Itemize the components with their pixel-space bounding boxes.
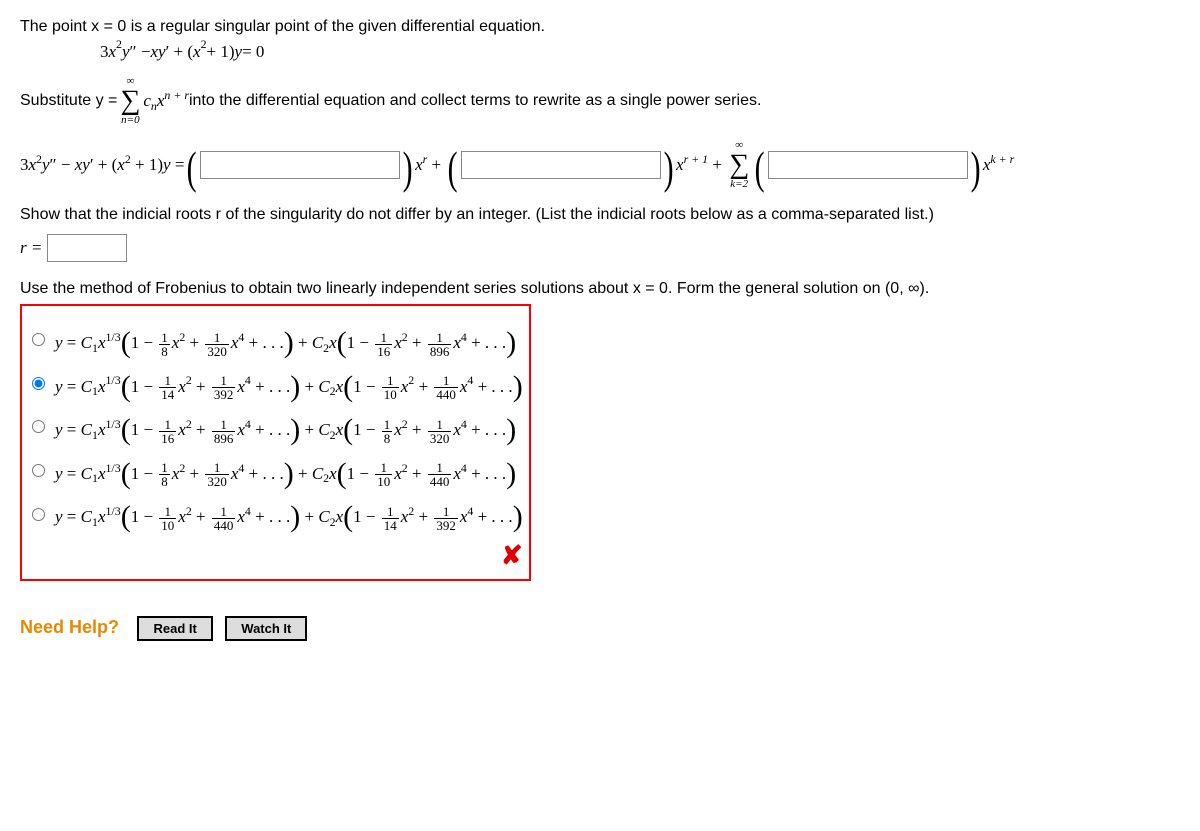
- option-expr: y = C1x1/3(1 − 114x2 + 1392x4 + . . .) +…: [55, 366, 523, 402]
- option-1[interactable]: y = C1x1/3(1 − 18x2 + 1320x4 + . . .) + …: [28, 322, 523, 358]
- option-expr: y = C1x1/3(1 − 116x2 + 1896x4 + . . .) +…: [55, 409, 516, 445]
- option-2[interactable]: y = C1x1/3(1 − 114x2 + 1392x4 + . . .) +…: [28, 366, 523, 402]
- option-expr: y = C1x1/3(1 − 18x2 + 1320x4 + . . .) + …: [55, 322, 516, 358]
- option-5[interactable]: y = C1x1/3(1 − 110x2 + 1440x4 + . . .) +…: [28, 496, 523, 532]
- options-group: y = C1x1/3(1 − 18x2 + 1320x4 + . . .) + …: [20, 304, 531, 581]
- option-radio-5[interactable]: [32, 508, 45, 521]
- r-label: r =: [20, 238, 42, 258]
- frobenius-text: Use the method of Frobenius to obtain tw…: [20, 280, 1180, 298]
- r-input-row: r =: [20, 234, 1180, 262]
- rewrite-equation: 3x2y″ − xy′ + (x2 + 1)y = ( ) xr + ( ) x…: [20, 140, 1180, 190]
- option-expr: y = C1x1/3(1 − 18x2 + 1320x4 + . . .) + …: [55, 453, 516, 489]
- wrong-icon: ✘: [501, 540, 523, 570]
- coeff-xr-input[interactable]: [200, 151, 400, 179]
- option-radio-1[interactable]: [32, 333, 45, 346]
- substitute-line: Substitute y = ∞ ∑ n=0 cnxn + r into the…: [20, 76, 1180, 126]
- option-radio-3[interactable]: [32, 420, 45, 433]
- coeff-xkr-input[interactable]: [768, 151, 968, 179]
- watch-it-button[interactable]: Watch It: [225, 616, 307, 641]
- option-4[interactable]: y = C1x1/3(1 − 18x2 + 1320x4 + . . .) + …: [28, 453, 523, 489]
- need-help-label: Need Help?: [20, 617, 119, 638]
- indicial-text: Show that the indicial roots r of the si…: [20, 206, 1180, 224]
- sigma-icon: ∞ ∑ k=2: [729, 140, 749, 190]
- substitute-pre: Substitute y =: [20, 92, 117, 110]
- option-radio-2[interactable]: [32, 377, 45, 390]
- ode-equation: 3x2y″ − xy′ + (x2 + 1)y = 0: [100, 42, 1180, 62]
- option-3[interactable]: y = C1x1/3(1 − 116x2 + 1896x4 + . . .) +…: [28, 409, 523, 445]
- r-roots-input[interactable]: [47, 234, 127, 262]
- intro-text: The point x = 0 is a regular singular po…: [20, 18, 1180, 36]
- read-it-button[interactable]: Read It: [137, 616, 212, 641]
- substitute-post: into the differential equation and colle…: [189, 92, 761, 110]
- intro: The point x = 0 is a regular singular po…: [20, 18, 545, 36]
- option-expr: y = C1x1/3(1 − 110x2 + 1440x4 + . . .) +…: [55, 496, 523, 532]
- sigma-icon: ∞ ∑ n=0: [120, 76, 140, 126]
- coeff-xr1-input[interactable]: [461, 151, 661, 179]
- option-radio-4[interactable]: [32, 464, 45, 477]
